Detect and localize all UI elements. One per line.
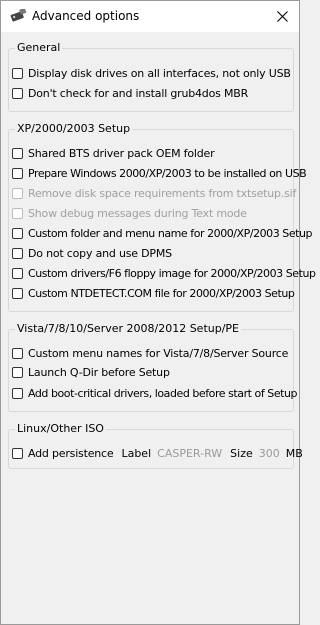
skip-grub4dos-mbr-checkbox[interactable]: Don't check for and install grub4dos MBR <box>12 85 248 101</box>
usb-drive-icon <box>10 9 27 22</box>
checkbox-label: Do not copy and use DPMS <box>28 246 172 260</box>
persistence-size-unit: MB <box>285 446 303 460</box>
close-icon <box>276 11 288 22</box>
checkbox-box[interactable] <box>12 387 23 399</box>
checkbox-box[interactable] <box>12 87 23 99</box>
no-dpms-checkbox[interactable]: Do not copy and use DPMS <box>12 245 172 261</box>
checkbox-label: Custom menu names for Vista/7/8/Server S… <box>28 346 289 360</box>
custom-ntdetect-checkbox[interactable]: Custom NTDETECT.COM file for 2000/XP/200… <box>12 285 295 301</box>
checkbox-label: Show debug messages during Text mode <box>28 206 247 220</box>
xp-setup-group-title: XP/2000/2003 Setup <box>15 122 133 135</box>
persistence-size-caption: Size <box>230 446 253 460</box>
display-all-drives-checkbox[interactable]: Display disk drives on all interfaces, n… <box>12 65 291 81</box>
persistence-size-field: 300 <box>258 446 280 460</box>
checkbox-label: Prepare Windows 2000/XP/2003 to be insta… <box>28 166 307 180</box>
persistence-label-field: CASPER-RW <box>157 446 223 460</box>
checkbox-box[interactable] <box>12 167 23 179</box>
general-group-title: General <box>15 41 63 54</box>
vista-setup-group: Vista/7/8/10/Server 2008/2012 Setup/PE C… <box>8 322 298 412</box>
checkbox-box[interactable] <box>12 366 23 378</box>
add-persistence-label[interactable]: Add persistence <box>28 447 114 460</box>
boot-critical-drivers-checkbox[interactable]: Add boot-critical drivers, loaded before… <box>12 385 298 401</box>
custom-menu-names-checkbox[interactable]: Custom menu names for Vista/7/8/Server S… <box>12 345 288 361</box>
checkbox-label: Custom drivers/F6 floppy image for 2000/… <box>28 266 316 280</box>
custom-folder-menu-name-checkbox[interactable]: Custom folder and menu name for 2000/XP/… <box>12 225 313 241</box>
show-debug-messages-checkbox: Show debug messages during Text mode <box>12 205 247 221</box>
linux-iso-group-title: Linux/Other ISO <box>15 422 106 435</box>
checkbox-box[interactable] <box>12 347 23 359</box>
window-title: Advanced options <box>32 9 140 23</box>
checkbox-label: Add boot-critical drivers, loaded before… <box>28 386 298 400</box>
checkbox-box[interactable] <box>12 287 23 299</box>
checkbox-label: Custom folder and menu name for 2000/XP/… <box>28 226 313 240</box>
checkbox-box[interactable] <box>12 247 23 259</box>
linux-iso-group: Linux/Other ISO Add persistence Label CA… <box>8 422 303 469</box>
checkbox-label: Custom NTDETECT.COM file for 2000/XP/200… <box>28 286 295 300</box>
xp-setup-group: XP/2000/2003 Setup Shared BTS driver pac… <box>8 122 316 312</box>
advanced-options-window: Advanced options General Display disk dr… <box>0 0 316 625</box>
checkbox-label: Shared BTS driver pack OEM folder <box>28 146 215 160</box>
checkbox-box[interactable] <box>12 267 23 279</box>
checkbox-label: Launch Q-Dir before Setup <box>28 365 170 379</box>
add-persistence-row: Add persistence Label CASPER-RW Size 300… <box>12 445 303 461</box>
checkbox-label: Remove disk space requirements from txts… <box>28 186 297 200</box>
launch-qdir-checkbox[interactable]: Launch Q-Dir before Setup <box>12 364 170 380</box>
shared-bts-driver-pack-checkbox[interactable]: Shared BTS driver pack OEM folder <box>12 145 215 161</box>
checkbox-box[interactable] <box>12 227 23 239</box>
add-persistence-checkbox[interactable] <box>12 447 23 459</box>
checkbox-box <box>12 207 23 219</box>
checkbox-box <box>12 187 23 199</box>
close-button[interactable] <box>265 1 299 32</box>
persistence-label-caption: Label <box>121 446 152 460</box>
checkbox-box[interactable] <box>12 67 23 79</box>
title-bar[interactable]: Advanced options <box>1 1 299 32</box>
checkbox-label: Don't check for and install grub4dos MBR <box>28 86 249 100</box>
custom-f6-floppy-checkbox[interactable]: Custom drivers/F6 floppy image for 2000/… <box>12 265 316 281</box>
checkbox-label: Display disk drives on all interfaces, n… <box>28 66 291 80</box>
remove-disk-space-requirements-checkbox: Remove disk space requirements from txts… <box>12 185 296 201</box>
general-group: General Display disk drives on all inter… <box>8 41 294 112</box>
prepare-install-on-usb-checkbox[interactable]: Prepare Windows 2000/XP/2003 to be insta… <box>12 165 307 181</box>
checkbox-box[interactable] <box>12 147 23 159</box>
vista-setup-group-title: Vista/7/8/10/Server 2008/2012 Setup/PE <box>15 322 242 335</box>
